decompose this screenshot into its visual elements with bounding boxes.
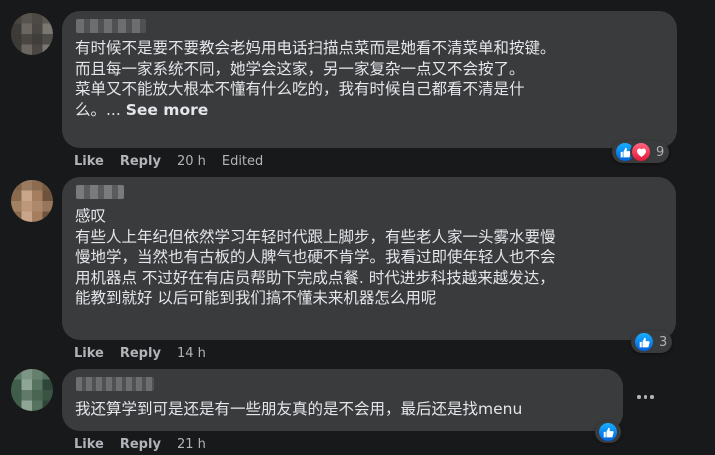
comment-actions: Like Reply 21 h [74,437,222,452]
reply-button[interactable]: Reply [120,437,161,452]
timestamp[interactable]: 20 h [177,154,206,169]
like-button[interactable]: Like [74,154,104,169]
author-name-redacted[interactable] [76,377,154,391]
comment-bubble: 有时候不是要不要教会老妈用电话扫描点菜而是她看不清菜单和按键。 而且每一家系统不… [62,11,677,148]
reaction-summary[interactable] [595,421,621,443]
reply-button[interactable]: Reply [120,346,161,361]
comment-bubble: 感叹 有些人上年纪但依然学习年轻时代跟上脚步，有些老人家一头雾水要慢 慢地学，当… [62,177,676,340]
timestamp[interactable]: 14 h [177,346,206,361]
comment-text: 我还算学到可是还是有一些朋友真的是不会用，最后还是找menu [75,400,523,418]
author-name-redacted[interactable] [76,19,146,33]
reaction-summary[interactable]: 9 [612,141,670,163]
reaction-count: 3 [659,334,668,350]
reaction-count: 9 [656,144,665,160]
reply-button[interactable]: Reply [120,154,161,169]
author-name-redacted[interactable] [76,185,124,199]
comment-bubble: 我还算学到可是还是有一些朋友真的是不会用，最后还是找menu [62,369,623,431]
like-button[interactable]: Like [74,346,104,361]
timestamp[interactable]: 21 h [177,437,206,452]
comment-actions: Like Reply 14 h [74,346,222,361]
comment-text: 感叹 有些人上年纪但依然学习年轻时代跟上脚步，有些老人家一头雾水要慢 慢地学，当… [75,207,556,307]
comment-text: 有时候不是要不要教会老妈用电话扫描点菜而是她看不清菜单和按键。 而且每一家系统不… [75,39,556,119]
thumbs-up-icon [597,421,619,443]
avatar[interactable] [11,180,53,222]
heart-icon [630,141,652,163]
like-button[interactable]: Like [74,437,104,452]
thumbs-up-icon [633,331,655,353]
see-more-link[interactable]: See more [126,101,209,119]
avatar[interactable] [11,13,53,55]
more-options-icon[interactable] [637,395,654,399]
reaction-summary[interactable]: 3 [631,331,673,353]
edited-label: Edited [221,154,264,169]
comment-actions: Like Reply 20 h Edited [74,154,263,169]
avatar[interactable] [11,369,53,411]
